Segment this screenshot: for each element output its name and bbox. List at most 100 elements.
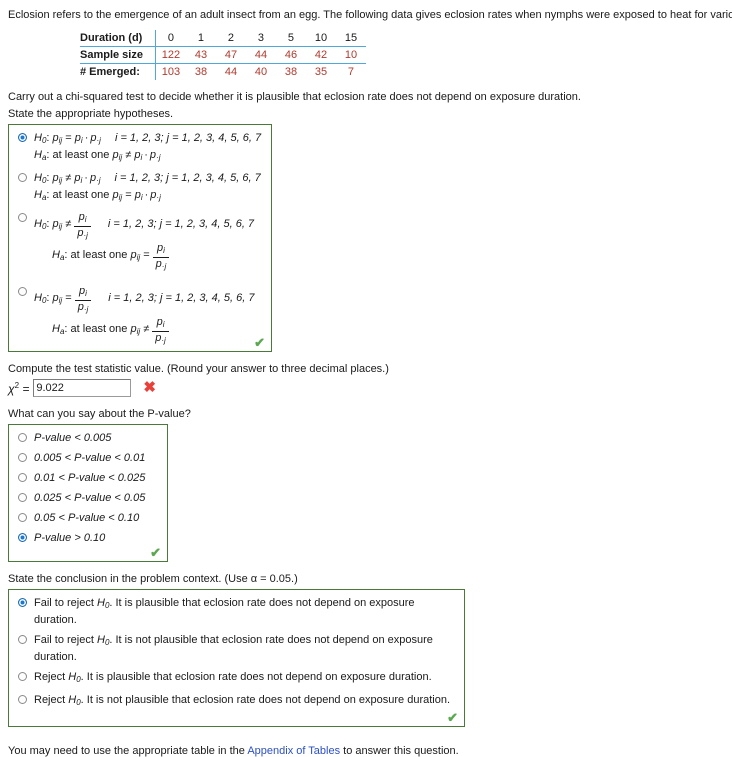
row-label-sample-size: Sample size bbox=[80, 46, 156, 64]
hypo-4-fraction: pi p·j bbox=[74, 285, 92, 316]
radio-hypo-4[interactable] bbox=[18, 287, 27, 296]
hypo-3-alt-fraction: pi p·j bbox=[152, 242, 170, 273]
appendix-of-tables-link[interactable]: Appendix of Tables bbox=[247, 745, 340, 757]
emerged-cell-0: 103 bbox=[161, 66, 181, 78]
footer-before: You may need to use the appropriate tabl… bbox=[8, 745, 248, 757]
hypo-2-null-rel: ≠ bbox=[65, 172, 72, 184]
test-statistic-row: χ2 = ✖ bbox=[8, 379, 724, 397]
pvalue-option-1[interactable]: P-value < 0.005 bbox=[17, 431, 159, 445]
hypo-1-alt-rel: ≠ bbox=[125, 149, 132, 161]
footer-note: You may need to use the appropriate tabl… bbox=[8, 745, 724, 757]
pvalue-box-spacer bbox=[17, 551, 159, 557]
task-prompt-line1: Carry out a chi-squared test to decide w… bbox=[8, 91, 581, 103]
sample-size-cell-2: 47 bbox=[215, 46, 246, 64]
sample-size-cell-3: 44 bbox=[245, 46, 276, 64]
chi-squared-label: χ2 = bbox=[8, 380, 30, 396]
duration-cell-5: 10 bbox=[305, 30, 336, 47]
radio-pvalue-4[interactable] bbox=[18, 493, 27, 502]
hypo-2-null: H0: pij ≠ pi · p·j i = 1, 2, 3; j = 1, 2, 3… bbox=[34, 172, 261, 185]
pvalue-option-2[interactable]: 0.005 < P-value < 0.01 bbox=[17, 451, 159, 465]
hypo-1-alt: Ha: at least one pij ≠ pi · p·j bbox=[34, 149, 161, 162]
conclusion-option-4-lead: Reject bbox=[34, 694, 66, 706]
conclusion-prompt: State the conclusion in the problem cont… bbox=[8, 573, 298, 585]
pvalue-correct-check-icon: ✔ bbox=[150, 545, 161, 560]
radio-pvalue-3[interactable] bbox=[18, 473, 27, 482]
hypo-4-null-rel: = bbox=[65, 292, 72, 304]
hypo-3-fraction: pi p·j bbox=[74, 211, 91, 242]
pvalue-option-6[interactable]: P-value > 0.10 bbox=[17, 531, 159, 545]
intro-text: Eclosion refers to the emergence of an a… bbox=[8, 9, 732, 21]
hypo-2-alt: Ha: at least one pij = pi · p·j bbox=[34, 189, 161, 202]
radio-hypo-3[interactable] bbox=[18, 213, 27, 222]
radio-conclusion-3[interactable] bbox=[18, 672, 27, 681]
radio-hypo-1[interactable] bbox=[18, 133, 27, 142]
hypo-option-2[interactable]: H0: pij ≠ pi · p·j i = 1, 2, 3; j = 1, 2, 3… bbox=[17, 171, 263, 205]
radio-conclusion-2[interactable] bbox=[18, 635, 27, 644]
hypo-4-alt-rel: ≠ bbox=[143, 323, 150, 335]
conclusion-correct-check-icon: ✔ bbox=[447, 710, 458, 725]
pvalue-option-6-label: P-value > 0.10 bbox=[34, 532, 106, 544]
pvalue-option-3-label: 0.01 < P-value < 0.025 bbox=[34, 472, 146, 484]
radio-conclusion-1[interactable] bbox=[18, 598, 27, 607]
sample-size-cell-4: 46 bbox=[275, 46, 306, 64]
radio-pvalue-2[interactable] bbox=[18, 453, 27, 462]
duration-cell-3: 3 bbox=[245, 30, 276, 47]
radio-pvalue-5[interactable] bbox=[18, 513, 27, 522]
task-prompt-line2: State the appropriate hypotheses. bbox=[8, 108, 174, 120]
test-statistic-input[interactable] bbox=[33, 379, 132, 397]
hypo-3-index: i = 1, 2, 3; j = 1, 2, 3, 4, 5, 6, 7 bbox=[107, 218, 255, 230]
hypo-4-alt-fraction: pi p·j bbox=[152, 316, 169, 347]
pvalue-option-4[interactable]: 0.025 < P-value < 0.05 bbox=[17, 491, 159, 505]
hypo-3-null-rel: ≠ bbox=[65, 218, 72, 230]
duration-cell-1: 1 bbox=[185, 30, 216, 47]
incorrect-x-icon: ✖ bbox=[143, 379, 156, 396]
hypo-2-index: i = 1, 2, 3; j = 1, 2, 3, 4, 5, 6, 7 bbox=[114, 172, 261, 184]
duration-cell-2: 2 bbox=[215, 30, 246, 47]
conclusion-option-3[interactable]: Reject H0. It is plausible that eclosion… bbox=[17, 670, 456, 687]
radio-pvalue-6[interactable] bbox=[18, 533, 27, 542]
conclusion-option-1-lead: Fail to reject bbox=[34, 597, 94, 609]
pvalue-option-5[interactable]: 0.05 < P-value < 0.10 bbox=[17, 511, 159, 525]
eclosion-data-table: Duration (d) 0 1 2 3 5 10 15 Sample size… bbox=[80, 30, 366, 80]
table-row-sample-size: Sample size 122 43 47 44 46 42 10 bbox=[80, 46, 366, 64]
hypo-1-alt-lead: at least one bbox=[52, 149, 110, 161]
conclusion-option-2-tail: . It is not plausible that eclosion rate… bbox=[34, 634, 433, 663]
sample-size-cell-5: 42 bbox=[305, 46, 336, 64]
hypo-1-null-rel: = bbox=[65, 132, 72, 144]
hypo-1-index: i = 1, 2, 3; j = 1, 2, 3, 4, 5, 6, 7 bbox=[114, 132, 262, 144]
radio-pvalue-1[interactable] bbox=[18, 433, 27, 442]
conclusion-option-4[interactable]: Reject H0. It is not plausible that eclo… bbox=[17, 693, 456, 710]
hypo-2-alt-lead: at least one bbox=[52, 189, 110, 201]
conclusion-option-3-lead: Reject bbox=[34, 671, 66, 683]
pvalue-option-2-label: 0.005 < P-value < 0.01 bbox=[34, 452, 146, 464]
conclusion-option-2-lead: Fail to reject bbox=[34, 634, 94, 646]
conclusion-option-4-tail: . It is not plausible that eclosion rate… bbox=[80, 694, 451, 706]
conclusion-option-1[interactable]: Fail to reject H0. It is plausible that … bbox=[17, 596, 456, 627]
row-label-emerged: # Emerged: bbox=[80, 63, 156, 80]
hypo-2-alt-rel: = bbox=[125, 189, 132, 201]
emerged-cell-5: 35 bbox=[314, 66, 328, 78]
hypo-4-alt-lead: at least one bbox=[70, 323, 128, 335]
radio-conclusion-4[interactable] bbox=[18, 695, 27, 704]
emerged-cell-4: 38 bbox=[284, 66, 298, 78]
hypo-1-null: H0: pij = pi · p·j i = 1, 2, 3; j = 1, 2, 3… bbox=[34, 132, 262, 145]
hypo-4-null: H0: pij = pi p·j i = 1, 2, 3; j = 1, 2, 3, … bbox=[34, 285, 255, 314]
duration-cell-6: 15 bbox=[335, 30, 366, 47]
hypo-option-3[interactable]: H0: pij ≠ pi p·j i = 1, 2, 3; j = 1, 2, 3, … bbox=[17, 211, 263, 273]
hypo-option-1[interactable]: H0: pij = pi · p·j i = 1, 2, 3; j = 1, 2, 3… bbox=[17, 131, 263, 165]
pvalue-option-3[interactable]: 0.01 < P-value < 0.025 bbox=[17, 471, 159, 485]
radio-hypo-2[interactable] bbox=[18, 173, 27, 182]
pvalue-option-4-label: 0.025 < P-value < 0.05 bbox=[34, 492, 146, 504]
duration-cell-0: 0 bbox=[155, 30, 186, 47]
hypo-3-alt-rel: = bbox=[143, 249, 150, 261]
hypo-3-null: H0: pij ≠ pi p·j i = 1, 2, 3; j = 1, 2, 3, … bbox=[34, 211, 255, 240]
hypo-option-4[interactable]: H0: pij = pi p·j i = 1, 2, 3; j = 1, 2, 3, … bbox=[17, 285, 263, 347]
conclusion-box-spacer bbox=[17, 716, 456, 722]
emerged-cell-1: 38 bbox=[194, 66, 208, 78]
hypotheses-correct-check-icon: ✔ bbox=[254, 335, 265, 350]
table-row-duration: Duration (d) 0 1 2 3 5 10 15 bbox=[80, 30, 366, 47]
data-table-wrapper: Duration (d) 0 1 2 3 5 10 15 Sample size… bbox=[80, 30, 724, 80]
conclusion-option-2[interactable]: Fail to reject H0. It is not plausible t… bbox=[17, 633, 456, 664]
row-label-duration: Duration (d) bbox=[80, 30, 156, 47]
footer-after: to answer this question. bbox=[340, 745, 459, 757]
